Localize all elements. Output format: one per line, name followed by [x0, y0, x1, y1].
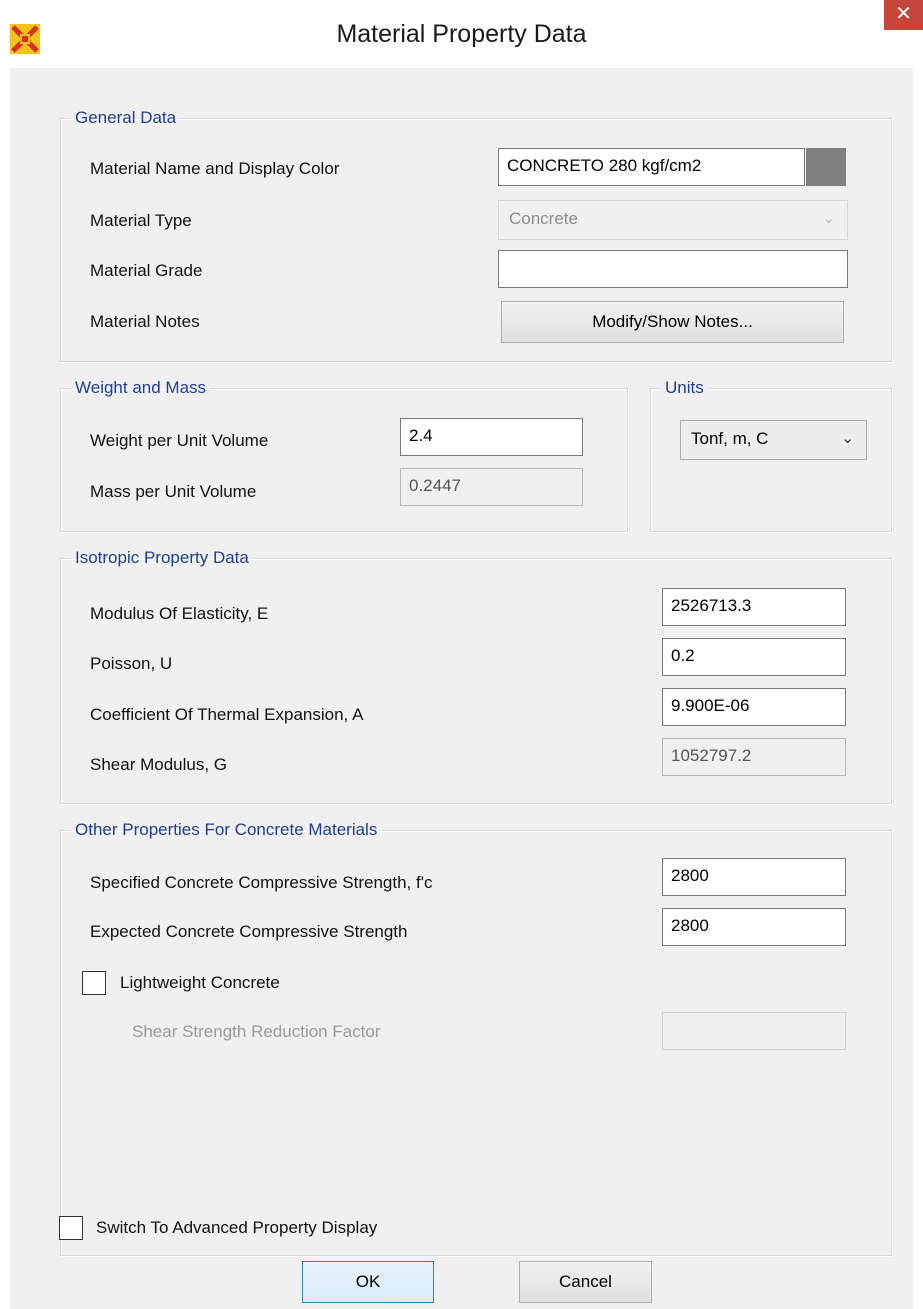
- shear-reduction-field: [662, 1012, 846, 1050]
- weight-per-volume-label: Weight per Unit Volume: [90, 431, 269, 450]
- expected-strength-label: Expected Concrete Compressive Strength: [90, 922, 408, 941]
- modulus-elasticity-label: Modulus Of Elasticity, E: [90, 604, 269, 623]
- lightweight-concrete-checkbox[interactable]: [82, 971, 106, 995]
- display-color-swatch[interactable]: [806, 148, 846, 186]
- shear-reduction-label: Shear Strength Reduction Factor: [132, 1022, 381, 1041]
- expected-strength-field[interactable]: 2800: [662, 908, 846, 946]
- material-type-label: Material Type: [90, 211, 192, 230]
- material-notes-label: Material Notes: [90, 312, 200, 331]
- specified-fc-field[interactable]: 2800: [662, 858, 846, 896]
- material-name-field[interactable]: CONCRETO 280 kgf/cm2: [498, 148, 805, 186]
- specified-fc-label: Specified Concrete Compressive Strength,…: [90, 873, 433, 892]
- units-value: Tonf, m, C: [691, 429, 769, 448]
- chevron-down-icon: ⌄: [822, 210, 835, 227]
- shear-modulus-label: Shear Modulus, G: [90, 755, 228, 774]
- poisson-label: Poisson, U: [90, 654, 173, 673]
- isotropic-property-legend: Isotropic Property Data: [75, 548, 249, 567]
- concrete-properties-legend: Other Properties For Concrete Materials: [75, 820, 378, 839]
- material-name-label: Material Name and Display Color: [90, 159, 340, 178]
- mass-per-volume-label: Mass per Unit Volume: [90, 482, 257, 501]
- lightweight-concrete-label: Lightweight Concrete: [120, 973, 280, 992]
- shear-modulus-field: 1052797.2: [662, 738, 846, 776]
- material-grade-label: Material Grade: [90, 261, 203, 280]
- weight-and-mass-legend: Weight and Mass: [75, 378, 207, 397]
- material-property-dialog: Material Property Data ✕ General Data Ma…: [0, 0, 923, 1309]
- modify-show-notes-button[interactable]: Modify/Show Notes...: [501, 301, 844, 343]
- modulus-elasticity-field[interactable]: 2526713.3: [662, 588, 846, 626]
- material-type-value: Concrete: [509, 209, 578, 228]
- advanced-display-label: Switch To Advanced Property Display: [96, 1218, 378, 1237]
- chevron-down-icon: ⌄: [841, 430, 854, 447]
- advanced-display-checkbox[interactable]: [59, 1216, 83, 1240]
- material-type-select: Concrete ⌄: [498, 200, 848, 240]
- general-data-legend: General Data: [75, 108, 177, 127]
- thermal-expansion-field[interactable]: 9.900E-06: [662, 688, 846, 726]
- units-select[interactable]: Tonf, m, C ⌄: [680, 420, 867, 460]
- dialog-title: Material Property Data: [336, 20, 587, 48]
- ok-button[interactable]: OK: [302, 1261, 434, 1303]
- material-grade-field[interactable]: [498, 250, 848, 288]
- window-frame-left: [0, 68, 10, 1309]
- window-frame-right: [913, 68, 923, 1309]
- weight-per-volume-field[interactable]: 2.4: [400, 418, 583, 456]
- title-bar: Material Property Data ✕: [0, 0, 923, 68]
- close-button[interactable]: ✕: [884, 0, 923, 30]
- cancel-button[interactable]: Cancel: [519, 1261, 652, 1303]
- thermal-expansion-label: Coefficient Of Thermal Expansion, A: [90, 705, 364, 724]
- units-legend: Units: [665, 378, 704, 397]
- mass-per-volume-field: 0.2447: [400, 468, 583, 506]
- poisson-field[interactable]: 0.2: [662, 638, 846, 676]
